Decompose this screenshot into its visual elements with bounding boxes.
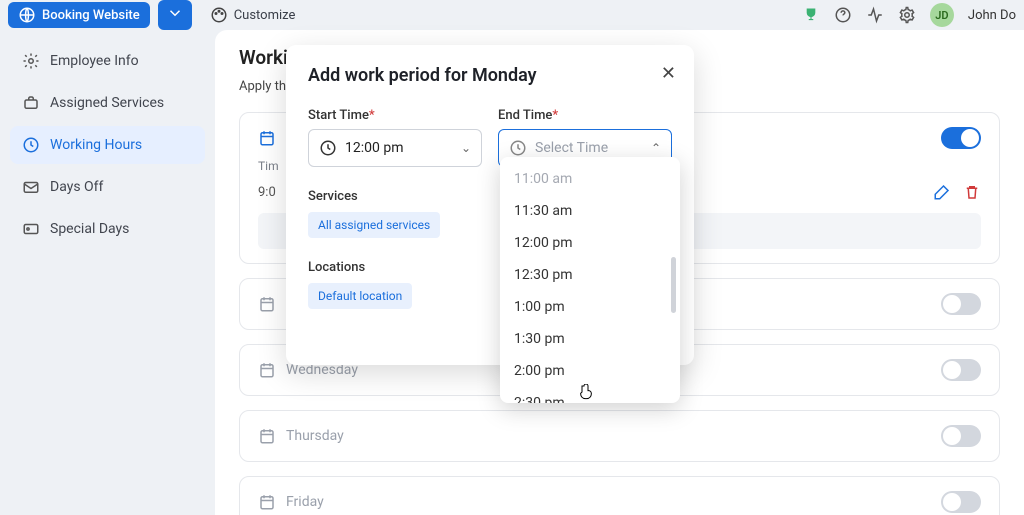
- time-option[interactable]: 1:00 pm: [500, 291, 680, 323]
- card-icon: [22, 220, 40, 238]
- calendar-icon: [258, 129, 276, 147]
- time-option[interactable]: 12:30 pm: [500, 259, 680, 291]
- topbar: Booking Website Customize JD John Do: [0, 0, 1024, 30]
- day-row-thursday[interactable]: Thursday: [239, 410, 1000, 462]
- close-icon[interactable]: ✕: [661, 63, 676, 84]
- day-toggle[interactable]: [941, 491, 981, 513]
- time-option[interactable]: 1:30 pm: [500, 323, 680, 355]
- slot-time: 9:0: [258, 185, 276, 200]
- topbar-right: JD John Do: [802, 3, 1016, 27]
- cursor-icon: [578, 384, 594, 404]
- chevron-up-icon: ⌃: [651, 141, 661, 155]
- day-toggle[interactable]: [941, 425, 981, 447]
- booking-dropdown-toggle[interactable]: [158, 0, 192, 30]
- sidebar-item-special-days[interactable]: Special Days: [10, 210, 205, 248]
- customize-label: Customize: [234, 8, 296, 23]
- sidebar: Employee Info Assigned Services Working …: [0, 30, 215, 515]
- customize-button[interactable]: Customize: [200, 2, 306, 28]
- envelope-icon: [22, 178, 40, 196]
- sidebar-item-label: Working Hours: [50, 137, 142, 153]
- sidebar-item-label: Days Off: [50, 179, 103, 195]
- time-option[interactable]: 11:30 am: [500, 195, 680, 227]
- edit-icon[interactable]: [933, 183, 951, 201]
- sidebar-item-label: Assigned Services: [50, 95, 164, 111]
- avatar[interactable]: JD: [930, 3, 954, 27]
- start-time-label: Start Time*: [308, 108, 375, 123]
- day-toggle[interactable]: [941, 359, 981, 381]
- scrollbar-thumb[interactable]: [671, 257, 676, 313]
- start-time-value: 12:00 pm: [345, 140, 403, 156]
- sidebar-item-label: Employee Info: [50, 53, 139, 69]
- services-chip[interactable]: All assigned services: [308, 212, 440, 238]
- palette-icon: [210, 6, 228, 24]
- sidebar-item-assigned-services[interactable]: Assigned Services: [10, 84, 205, 122]
- sidebar-item-employee-info[interactable]: Employee Info: [10, 42, 205, 80]
- activity-icon[interactable]: [866, 6, 884, 24]
- gear-icon: [22, 52, 40, 70]
- trophy-icon[interactable]: [802, 6, 820, 24]
- chevron-down-icon: [166, 4, 184, 22]
- day-label: Friday: [286, 494, 324, 510]
- time-option[interactable]: 2:00 pm: [500, 355, 680, 387]
- time-option[interactable]: 11:00 am: [500, 163, 680, 195]
- modal-title: Add work period for Monday: [308, 65, 672, 86]
- chevron-down-icon: ⌄: [461, 141, 471, 155]
- sidebar-item-label: Special Days: [50, 221, 129, 237]
- clock-icon: [22, 136, 40, 154]
- user-name[interactable]: John Do: [968, 8, 1016, 23]
- calendar-icon: [258, 427, 276, 445]
- calendar-icon: [258, 295, 276, 313]
- sidebar-item-days-off[interactable]: Days Off: [10, 168, 205, 206]
- day-toggle[interactable]: [941, 293, 981, 315]
- booking-website-label: Booking Website: [42, 8, 140, 23]
- time-option[interactable]: 12:00 pm: [500, 227, 680, 259]
- calendar-icon: [258, 493, 276, 511]
- avatar-initials: JD: [935, 9, 948, 22]
- globe-icon: [18, 6, 36, 24]
- clock-icon: [509, 139, 527, 157]
- help-icon[interactable]: [834, 6, 852, 24]
- day-label: Thursday: [286, 428, 344, 444]
- day-toggle-monday[interactable]: [941, 127, 981, 149]
- start-time-select[interactable]: 12:00 pm ⌄: [308, 129, 482, 167]
- locations-chip[interactable]: Default location: [308, 283, 412, 309]
- calendar-icon: [258, 361, 276, 379]
- sidebar-item-working-hours[interactable]: Working Hours: [10, 126, 205, 164]
- end-time-dropdown: 11:00 am 11:30 am 12:00 pm 12:30 pm 1:00…: [500, 157, 680, 403]
- end-time-label: End Time*: [498, 108, 558, 123]
- settings-icon[interactable]: [898, 6, 916, 24]
- clock-icon: [319, 139, 337, 157]
- trash-icon[interactable]: [963, 183, 981, 201]
- day-row-friday[interactable]: Friday: [239, 476, 1000, 515]
- booking-website-button[interactable]: Booking Website: [8, 2, 150, 28]
- end-time-placeholder: Select Time: [535, 140, 608, 156]
- briefcase-icon: [22, 94, 40, 112]
